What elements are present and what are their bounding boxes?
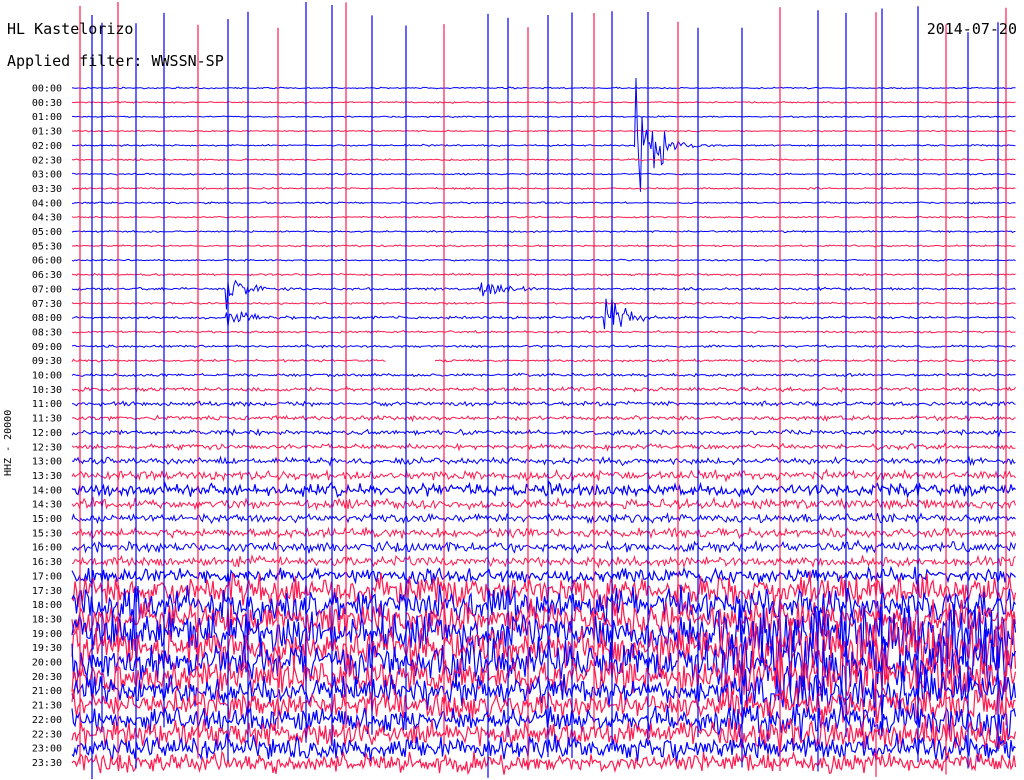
time-label: 11:00 <box>32 399 62 410</box>
filter-label: Applied filter: WWSSN-SP <box>7 52 224 70</box>
trace-row <box>71 428 1016 438</box>
time-label: 23:30 <box>32 758 62 769</box>
time-label: 22:30 <box>32 729 62 740</box>
time-label: 07:30 <box>32 299 62 310</box>
time-label: 03:30 <box>32 184 62 195</box>
station-name: HL Kastelorizo <box>7 20 134 38</box>
trace-row <box>71 329 1016 334</box>
time-label: 10:00 <box>32 371 62 382</box>
time-label: 19:30 <box>32 643 62 654</box>
time-label: 05:00 <box>32 227 62 238</box>
time-label: 08:30 <box>32 327 62 338</box>
time-label: 16:30 <box>32 557 62 568</box>
trace-row <box>71 100 1016 104</box>
trace-row <box>71 129 1016 133</box>
trace-row <box>71 512 1016 525</box>
trace-row <box>71 86 1016 90</box>
trace-row <box>71 272 1016 277</box>
trace-row <box>71 358 1016 364</box>
trace-row <box>71 258 1016 262</box>
trace-row <box>71 385 1016 393</box>
trace-row <box>71 229 1016 234</box>
time-label: 14:30 <box>32 500 62 511</box>
time-label: 13:30 <box>32 471 62 482</box>
time-labels: 00:00 00:30 01:00 01:30 02:00 02:30 03:00 03:30… <box>32 84 62 769</box>
time-label: 19:00 <box>32 629 62 640</box>
trace-row <box>71 215 1016 219</box>
time-label: 02:00 <box>32 141 62 152</box>
time-label: 18:30 <box>32 614 62 625</box>
trace-row <box>71 750 1017 776</box>
time-label: 04:00 <box>32 198 62 209</box>
trace-row <box>71 414 1016 423</box>
trace-row <box>71 157 1016 162</box>
trace-row <box>71 442 1016 452</box>
time-label: 07:00 <box>32 284 62 295</box>
time-label: 14:00 <box>32 485 62 496</box>
time-label: 04:30 <box>32 213 62 224</box>
trace-row <box>71 301 1016 306</box>
seismogram-plot: 00:00 00:30 01:00 01:30 02:00 02:30 03:00 03:30… <box>32 2 1017 780</box>
trace-row <box>71 400 1016 408</box>
time-label: 12:00 <box>32 428 62 439</box>
time-label: 09:30 <box>32 356 62 367</box>
time-label: 00:00 <box>32 84 62 95</box>
trace-row <box>71 455 1016 467</box>
time-label: 06:00 <box>32 256 62 267</box>
trace-row <box>72 344 1016 349</box>
trace-row <box>71 538 1016 555</box>
time-label: 13:00 <box>32 457 62 468</box>
time-label: 16:00 <box>32 543 62 554</box>
time-label: 10:30 <box>32 385 62 396</box>
time-label: 17:30 <box>32 586 62 597</box>
trace-row <box>71 553 1016 570</box>
record-date: 2014-07-20 <box>926 20 1017 38</box>
spike-lines <box>79 2 1007 780</box>
channel-label: HHZ - 20000 <box>3 409 14 476</box>
trace-row <box>71 496 1016 511</box>
time-label: 20:00 <box>32 658 62 669</box>
trace-row <box>71 77 1016 192</box>
seismogram-traces <box>71 77 1017 776</box>
time-label: 06:30 <box>32 270 62 281</box>
time-label: 01:30 <box>32 127 62 138</box>
time-label: 22:00 <box>32 715 62 726</box>
time-label: 05:30 <box>32 241 62 252</box>
time-label: 15:30 <box>32 528 62 539</box>
time-label: 12:30 <box>32 442 62 453</box>
time-label: 11:30 <box>32 414 62 425</box>
time-label: 09:00 <box>32 342 62 353</box>
trace-row <box>71 526 1016 540</box>
time-label: 23:00 <box>32 744 62 755</box>
trace-row <box>71 115 1016 119</box>
time-label: 02:30 <box>32 155 62 166</box>
time-label: 03:00 <box>32 170 62 181</box>
trace-row <box>71 279 1016 310</box>
trace-row <box>71 186 1016 191</box>
trace-row <box>71 172 1016 176</box>
time-label: 21:30 <box>32 701 62 712</box>
time-label: 17:00 <box>32 571 62 582</box>
time-label: 01:00 <box>32 112 62 123</box>
trace-row <box>71 468 1016 483</box>
trace-row <box>71 372 1016 378</box>
time-label: 21:00 <box>32 686 62 697</box>
time-label: 18:00 <box>32 600 62 611</box>
trace-row <box>72 201 1016 205</box>
time-label: 00:30 <box>32 98 62 109</box>
trace-row <box>71 480 1016 499</box>
trace-row <box>71 244 1016 248</box>
time-label: 20:30 <box>32 672 62 683</box>
time-label: 15:00 <box>32 514 62 525</box>
time-label: 08:00 <box>32 313 62 324</box>
